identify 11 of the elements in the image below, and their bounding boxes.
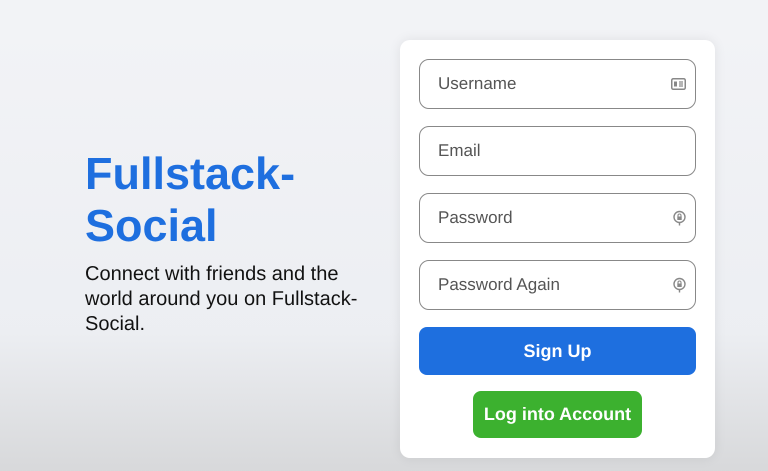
input-field[interactable]: Username: [419, 59, 696, 109]
id-card-icon: [671, 78, 686, 90]
tagline: Connect with friends and the world around you on Fullstack-Social.: [85, 262, 358, 337]
input-field[interactable]: Password: [419, 193, 696, 243]
sign-up-button[interactable]: Sign Up: [419, 327, 696, 375]
lock-icon: [673, 278, 686, 292]
brand-title: Fullstack-Social: [85, 148, 296, 252]
input-field[interactable]: Password Again: [419, 260, 696, 310]
input-field[interactable]: Email: [419, 126, 696, 176]
lock-icon: [673, 210, 686, 226]
login-button[interactable]: Log into Account: [472, 391, 642, 438]
